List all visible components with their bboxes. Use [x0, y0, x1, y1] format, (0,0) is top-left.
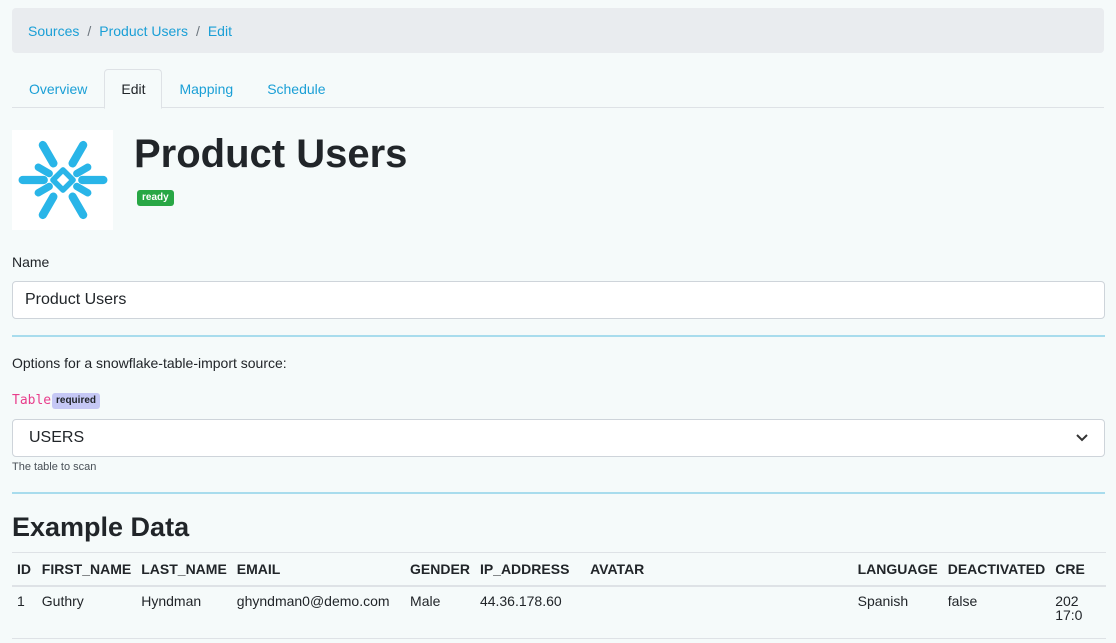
cell-deactivated: false — [947, 593, 978, 609]
table-header-row: ID FIRST_NAME LAST_NAME EMAIL GENDER IP_… — [12, 552, 1106, 586]
column-header-id: ID — [17, 561, 31, 577]
page: Sources / Product Users / Edit Overview … — [0, 0, 1116, 643]
column-header-last-name: LAST_NAME — [141, 561, 227, 577]
cell-last-name: Hyndman — [141, 593, 202, 609]
cell-language: Spanish — [857, 593, 909, 609]
column-header-deactivated: DEACTIVATED — [947, 561, 1046, 577]
column-header-email: EMAIL — [236, 561, 281, 577]
column-header-first-name: FIRST_NAME — [41, 561, 132, 577]
cell-ip-address: 44.36.178.60 — [479, 593, 562, 609]
cell-avatar — [585, 586, 853, 638]
cell-created: 202 17:0 — [1050, 586, 1106, 638]
example-data-table: ID FIRST_NAME LAST_NAME EMAIL GENDER IP_… — [12, 552, 1106, 639]
cell-created-line2: 17:0 — [1055, 607, 1083, 623]
table-viewport: ID FIRST_NAME LAST_NAME EMAIL GENDER IP_… — [0, 0, 1106, 643]
cell-id: 1 — [17, 593, 25, 609]
column-header-avatar: AVATAR — [590, 561, 645, 577]
table-row: 1 Guthry Hyndman ghyndman0@demo.com Male… — [12, 586, 1106, 638]
column-header-language: LANGUAGE — [857, 561, 938, 577]
column-header-gender: GENDER — [410, 561, 470, 577]
cell-gender: Male — [410, 593, 441, 609]
column-header-created: CRE — [1055, 561, 1085, 577]
cell-first-name: Guthry — [41, 593, 84, 609]
cell-email: ghyndman0@demo.com — [236, 593, 390, 609]
column-header-ip-address: IP_ADDRESS — [479, 561, 570, 577]
